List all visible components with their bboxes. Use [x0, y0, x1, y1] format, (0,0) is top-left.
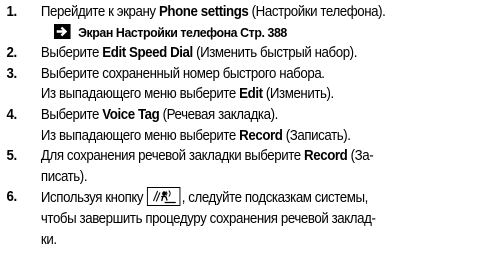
cross-reference: Экран Настройки телефона Стр. 388 — [53, 23, 446, 44]
step-6-line-3: ки. — [40, 231, 57, 248]
menu-term-voice-tag: Voice Tag — [102, 106, 160, 123]
cross-reference-page: Стр. 388 — [237, 24, 287, 40]
step-number: 1. — [6, 4, 18, 20]
step-6-line-1: Используя кнопку , следуйте подсказкам с… — [41, 187, 446, 209]
menu-term-phone-settings: Phone settings — [158, 4, 249, 20]
cross-reference-title: Экран Настройки телефона — [78, 24, 238, 40]
step-4-line-1: Выберите Voice Tag (Речевая закладка). — [40, 106, 278, 123]
step-3-line-1: Выберите сохраненный номер быстрого набо… — [40, 65, 325, 82]
step-4-line-2: Из выпадающего меню выберите Record (Зап… — [40, 127, 351, 144]
menu-term-edit-speed-dial: Edit Speed Dial — [102, 45, 193, 62]
arrow-right-icon — [53, 23, 71, 39]
voice-command-icon — [147, 187, 181, 207]
step-6: 6. Используя кнопку , следуйте подсказка… — [0, 187, 445, 250]
menu-term-record: Record — [239, 127, 283, 144]
step-1-line-1: Перейдите к экрану Phone settings (Настр… — [40, 4, 386, 20]
menu-term-edit: Edit — [239, 86, 263, 103]
step-6-line-2: чтобы завершить процедуру сохранения реч… — [40, 210, 376, 227]
step-number: 4. — [6, 106, 18, 123]
step-number: 6. — [6, 189, 18, 206]
step-2: 2. Выберите Edit Speed Dial (Изменить бы… — [0, 43, 445, 64]
step-number: 2. — [6, 45, 18, 62]
step-5: 5. Для сохранения речевой закладки выбер… — [0, 146, 445, 187]
step-4: 4. Выберите Voice Tag (Речевая закладка)… — [0, 105, 445, 146]
step-number: 3. — [6, 65, 18, 82]
step-2-line-1: Выберите Edit Speed Dial (Изменить быстр… — [40, 45, 357, 62]
step-3-line-2: Из выпадающего меню выберите Edit (Измен… — [40, 86, 334, 103]
step-3: 3. Выберите сохраненный номер быстрого н… — [0, 64, 445, 105]
step-number: 5. — [6, 148, 18, 165]
instruction-list: 1. Перейдите к экрану Phone settings (На… — [0, 2, 445, 250]
step-5-line-2: писать). — [40, 168, 88, 185]
menu-term-record: Record — [304, 148, 348, 165]
step-1: 1. Перейдите к экрану Phone settings (На… — [0, 2, 445, 43]
step-5-line-1: Для сохранения речевой закладки выберите… — [40, 148, 374, 165]
